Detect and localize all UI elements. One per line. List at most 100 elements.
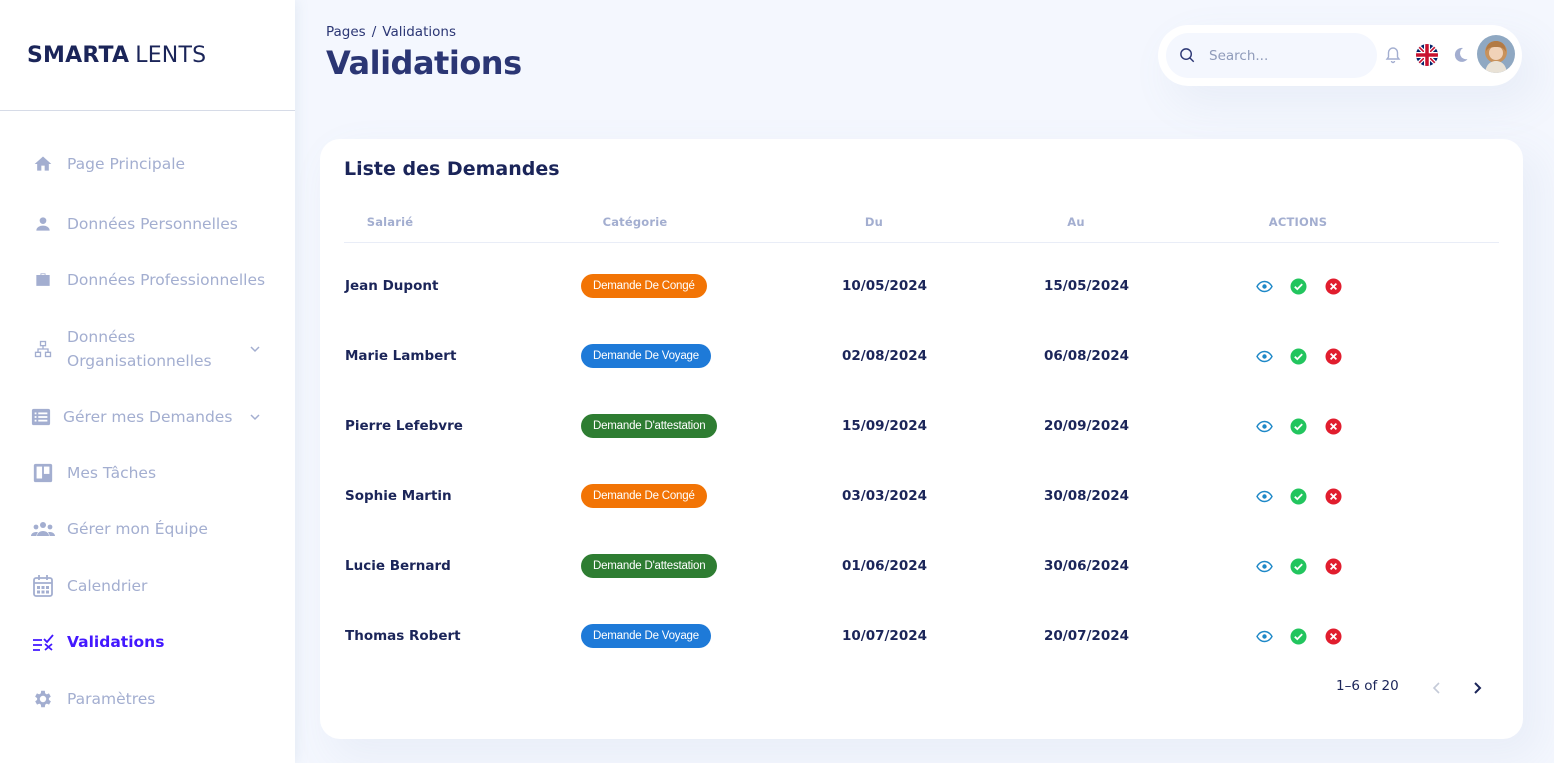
date-to: 20/09/2024 <box>1044 418 1130 434</box>
list-icon <box>29 405 53 429</box>
approve-icon[interactable] <box>1290 488 1307 505</box>
breadcrumb-current: Validations <box>382 24 456 40</box>
sidebar-item-label: Données Personnelles <box>67 215 238 233</box>
column-header-categorie[interactable]: Catégorie <box>603 215 668 229</box>
table-row: Sophie Martin Demande De Congé 03/03/2024 3… <box>344 459 1499 529</box>
uk-flag-icon[interactable] <box>1416 44 1438 66</box>
chevron-down-icon <box>250 414 260 421</box>
brand-light: LENTS <box>135 42 207 68</box>
date-from: 15/09/2024 <box>842 418 928 434</box>
brand-bold: SMARTA <box>27 42 130 68</box>
sidebar-item-page-principale[interactable]: Page Principale <box>0 152 295 176</box>
sidebar-item-label: Mes Tâches <box>67 464 157 482</box>
sidebar-item-label: Paramètres <box>67 690 156 708</box>
category-badge: Demande D'attestation <box>581 554 718 578</box>
approve-icon[interactable] <box>1290 348 1307 365</box>
date-from: 03/03/2024 <box>842 488 928 504</box>
date-to: 15/05/2024 <box>1044 278 1130 294</box>
date-to: 30/08/2024 <box>1044 488 1130 504</box>
approve-icon[interactable] <box>1290 558 1307 575</box>
table-header: Salarié Catégorie Du Au ACTIONS <box>344 215 1499 243</box>
sidebar: SMARTA LENTS Page Principale Données Pers… <box>0 0 295 763</box>
sidebar-item-validations[interactable]: Validations <box>0 630 295 654</box>
sidebar-item-gerer-mes-demandes[interactable]: Gérer mes Demandes <box>0 405 295 429</box>
reject-icon[interactable] <box>1325 488 1342 505</box>
avatar[interactable] <box>1477 35 1515 73</box>
employee-name: Lucie Bernard <box>345 558 451 574</box>
reject-icon[interactable] <box>1325 348 1342 365</box>
table-row: Thomas Robert Demande De Voyage 10/07/2024… <box>344 599 1499 669</box>
sidebar-item-label-line2: Organisationnelles <box>67 352 212 370</box>
moon-icon[interactable] <box>1453 46 1469 64</box>
reject-icon[interactable] <box>1325 628 1342 645</box>
team-icon <box>31 517 55 541</box>
previous-page-button[interactable] <box>1428 679 1446 697</box>
brand-logo[interactable]: SMARTA LENTS <box>0 0 295 111</box>
view-icon[interactable] <box>1256 418 1273 435</box>
category-badge: Demande De Congé <box>581 274 707 298</box>
employee-name: Sophie Martin <box>345 488 452 504</box>
table-row: Pierre Lefebvre Demande D'attestation 15/0… <box>344 389 1499 459</box>
sidebar-item-label: Données Professionnelles <box>67 271 266 289</box>
search-icon <box>1180 48 1195 63</box>
approve-icon[interactable] <box>1290 628 1307 645</box>
breadcrumb-separator: / <box>371 24 377 40</box>
sidebar-item-calendrier[interactable]: Calendrier <box>0 574 295 598</box>
category-badge: Demande De Voyage <box>581 624 711 648</box>
date-from: 10/07/2024 <box>842 628 928 644</box>
sidebar-item-label: Gérer mes Demandes <box>63 408 233 426</box>
column-header-actions: ACTIONS <box>1268 215 1328 229</box>
sidebar-item-donnees-professionnelles[interactable]: Données Professionnelles <box>0 268 295 292</box>
search-input[interactable] <box>1209 33 1369 78</box>
view-icon[interactable] <box>1256 278 1273 295</box>
column-header-au[interactable]: Au <box>1067 215 1085 229</box>
view-icon[interactable] <box>1256 628 1273 645</box>
reject-icon[interactable] <box>1325 418 1342 435</box>
approve-icon[interactable] <box>1290 418 1307 435</box>
org-chart-icon <box>31 337 55 361</box>
sidebar-item-parametres[interactable]: Paramètres <box>0 687 295 711</box>
employee-name: Marie Lambert <box>345 348 457 364</box>
view-icon[interactable] <box>1256 488 1273 505</box>
employee-name: Jean Dupont <box>345 278 439 294</box>
sidebar-item-mes-taches[interactable]: Mes Tâches <box>0 461 295 485</box>
sidebar-item-donnees-organisationnelles[interactable]: Données Organisationnelles <box>0 325 295 373</box>
sidebar-item-label: Calendrier <box>67 577 148 595</box>
date-from: 01/06/2024 <box>842 558 928 574</box>
date-from: 02/08/2024 <box>842 348 928 364</box>
sidebar-item-gerer-mon-equipe[interactable]: Gérer mon Équipe <box>0 517 295 541</box>
pagination-info: 1–6 of 20 <box>1336 678 1399 694</box>
table-row: Jean Dupont Demande De Congé 10/05/2024 15/… <box>344 249 1499 319</box>
category-badge: Demande De Congé <box>581 484 707 508</box>
breadcrumb: Pages / Validations <box>326 24 456 40</box>
card-title: Liste des Demandes <box>344 158 560 180</box>
sidebar-item-label: Gérer mon Équipe <box>67 520 208 538</box>
date-from: 10/05/2024 <box>842 278 928 294</box>
breadcrumb-root[interactable]: Pages <box>326 24 366 40</box>
validations-icon <box>31 630 55 654</box>
sidebar-item-label: Page Principale <box>67 155 186 173</box>
sidebar-item-donnees-personnelles[interactable]: Données Personnelles <box>0 212 295 236</box>
topbar <box>1158 25 1522 86</box>
gear-icon <box>31 687 55 711</box>
requests-card: Liste des Demandes Salarié Catégorie Du … <box>320 139 1523 739</box>
sidebar-item-label-line1: Données <box>67 328 136 346</box>
home-icon <box>31 152 55 176</box>
reject-icon[interactable] <box>1325 278 1342 295</box>
employee-name: Thomas Robert <box>345 628 461 644</box>
view-icon[interactable] <box>1256 348 1273 365</box>
bell-icon[interactable] <box>1385 46 1401 64</box>
calendar-icon <box>31 574 55 598</box>
next-page-button[interactable] <box>1468 679 1486 697</box>
employee-name: Pierre Lefebvre <box>345 418 463 434</box>
view-icon[interactable] <box>1256 558 1273 575</box>
category-badge: Demande D'attestation <box>581 414 718 438</box>
person-icon <box>31 212 55 236</box>
sidebar-item-label: Validations <box>67 633 165 651</box>
column-header-du[interactable]: Du <box>865 215 883 229</box>
board-icon <box>31 461 55 485</box>
reject-icon[interactable] <box>1325 558 1342 575</box>
column-header-salarie[interactable]: Salarié <box>367 215 414 229</box>
approve-icon[interactable] <box>1290 278 1307 295</box>
briefcase-icon <box>31 268 55 292</box>
